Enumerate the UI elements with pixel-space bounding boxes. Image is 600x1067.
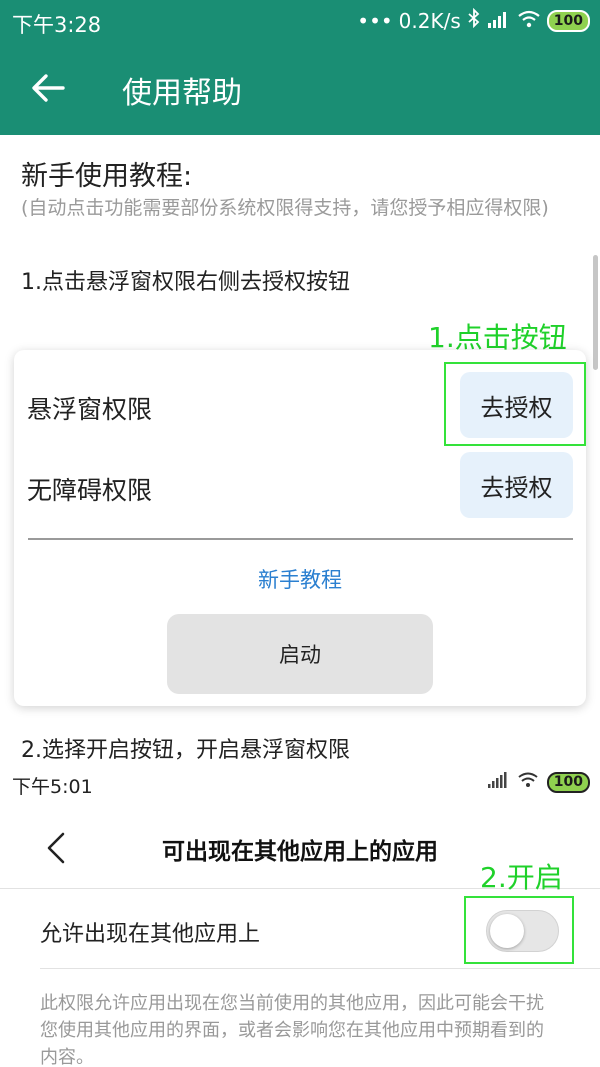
inner-battery-icon: 100	[546, 771, 590, 793]
tutorial-heading: 新手使用教程:	[21, 161, 193, 192]
overlay-permission-label: 悬浮窗权限	[27, 395, 153, 424]
signal-icon	[487, 9, 511, 33]
wifi-icon	[517, 9, 541, 33]
row-divider	[40, 968, 600, 969]
inner-signal-icon	[487, 771, 509, 793]
step-2-text: 2.选择开启按钮，开启悬浮窗权限	[21, 738, 350, 763]
start-button[interactable]: 启动	[167, 614, 433, 694]
highlight-box-grant	[444, 362, 586, 446]
more-dots-icon: •••	[357, 8, 393, 33]
accessibility-grant-button[interactable]: 去授权	[460, 452, 573, 518]
scrollbar[interactable]	[593, 255, 598, 370]
allow-overlay-label: 允许出现在其他应用上	[40, 922, 261, 947]
annotation-enable: 2.开启	[480, 861, 563, 894]
permission-description: 此权限允许应用出现在您当前使用的其他应用，因此可能会干扰您使用其他应用的界面，或…	[40, 993, 544, 1067]
permission-note: (自动点击功能需要部份系统权限得支持，请您授予相应得权限)	[21, 197, 549, 219]
status-bar: 下午3:28 ••• 0.2K/s 100	[0, 0, 600, 44]
page-title: 使用帮助	[122, 76, 242, 111]
inner-status-bar: 下午5:01 100	[0, 768, 600, 802]
net-speed: 0.2K/s	[398, 8, 461, 33]
app-bar: 使用帮助	[0, 44, 600, 135]
inner-wifi-icon	[517, 771, 539, 793]
divider	[28, 538, 573, 540]
tutorial-link[interactable]: 新手教程	[14, 564, 586, 594]
inner-status-time: 下午5:01	[12, 776, 93, 798]
step-1-text: 1.点击悬浮窗权限右侧去授权按钮	[21, 270, 350, 295]
accessibility-permission-label: 无障碍权限	[27, 476, 153, 505]
battery-icon: 100	[546, 9, 590, 32]
back-arrow-icon[interactable]	[26, 66, 70, 110]
inner-status-icons: 100	[487, 771, 590, 793]
status-time: 下午3:28	[12, 13, 102, 37]
highlight-box-toggle	[464, 896, 574, 964]
status-icons: ••• 0.2K/s 100	[357, 7, 590, 33]
bluetooth-icon	[467, 7, 481, 33]
